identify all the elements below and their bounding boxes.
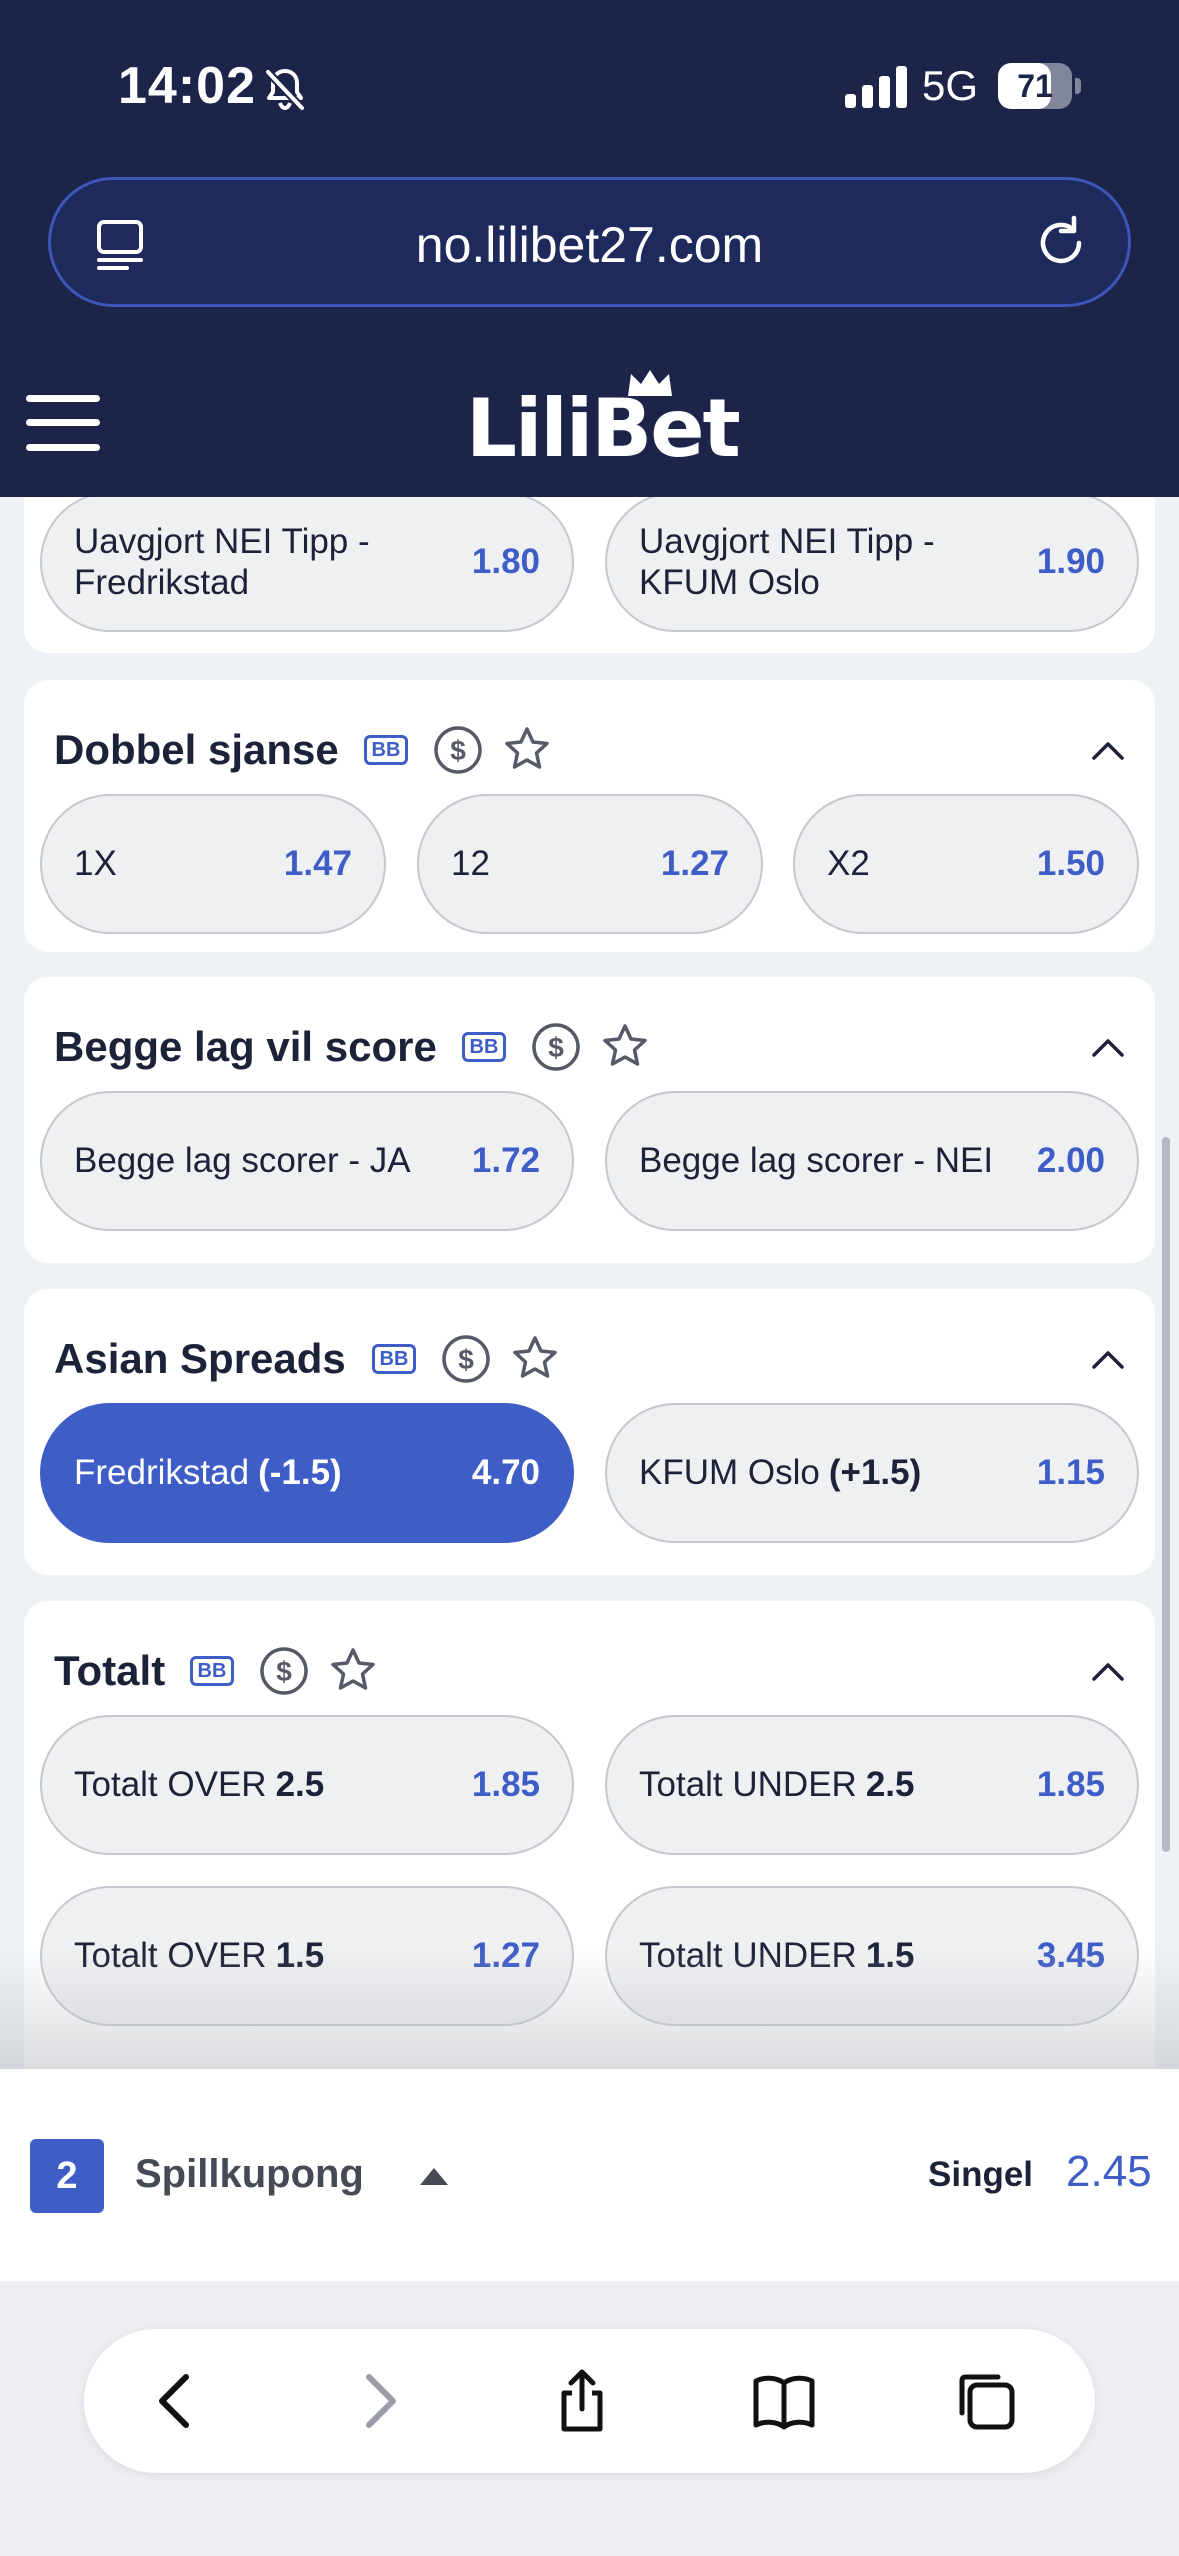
odd-value: 1.50 [1036,844,1105,883]
battery-icon: 71 [998,63,1081,109]
odd-button[interactable]: Begge lag scorer - JA 1.72 [40,1091,574,1231]
odd-button-selected[interactable]: Fredrikstad (-1.5) 4.70 [40,1403,574,1543]
odd-label: Totalt UNDER 1.5 [639,1936,915,1976]
dollar-icon[interactable]: $ [440,1333,492,1385]
bet-builder-badge: BB [364,735,408,765]
battery-level: 71 [1017,68,1053,104]
odd-label: 1X [74,844,117,884]
status-time: 14:02 [118,57,256,115]
odd-label: Uavgjort NEI Tipp - Fredrikstad [74,521,370,602]
odd-label: KFUM Oslo (+1.5) [639,1453,922,1493]
chevron-up-icon[interactable] [1091,739,1125,761]
odd-value: 1.27 [471,1936,540,1975]
bet-builder-badge: BB [190,1656,234,1686]
market-title: Dobbel sjanse [54,726,339,773]
tabs-icon[interactable] [954,2369,1018,2433]
logo-text: LiliBet [466,382,741,475]
odd-label: Totalt OVER 1.5 [74,1936,325,1976]
odd-label: 12 [451,844,490,884]
svg-text:$: $ [276,1656,292,1687]
odd-value: 2.00 [1036,1141,1105,1180]
dollar-icon[interactable]: $ [258,1645,310,1697]
url-text: no.lilibet27.com [415,217,764,273]
dollar-icon[interactable]: $ [432,724,484,776]
odd-value: 1.90 [1036,542,1105,581]
betslip-bar[interactable]: 2 Spillkupong Singel 2.45 [0,2069,1179,2281]
odd-label: Totalt OVER 2.5 [74,1765,325,1805]
market-card-asian-spreads: Asian Spreads BB $ Fredrikstad (-1.5) 4.7… [24,1289,1155,1575]
odd-value: 1.15 [1036,1453,1105,1492]
odd-value: 1.72 [471,1141,540,1180]
odd-button[interactable]: Totalt UNDER 1.5 3.45 [605,1886,1139,2026]
markets-content[interactable]: Uavgjort NEI Tipp - Fredrikstad 1.80 Uav… [0,497,1179,2069]
chevron-up-icon[interactable] [1091,1660,1125,1682]
odd-value: 1.80 [471,542,540,581]
menu-icon[interactable] [26,393,100,453]
browser-toolbar-area [0,2281,1179,2556]
odd-value: 1.85 [1036,1765,1105,1804]
odd-button[interactable]: 1X 1.47 [40,794,386,934]
odd-button[interactable]: Totalt OVER 2.5 1.85 [40,1715,574,1855]
bell-slash-icon [265,69,305,111]
market-card-dobbel-sjanse: Dobbel sjanse BB $ 1X 1.47 12 1.27 X2 1.… [24,680,1155,952]
forward-icon[interactable] [347,2369,411,2433]
odd-value: 4.70 [471,1453,540,1492]
market-card-totalt: Totalt BB $ Totalt OVER 2.5 1.85 Totalt U… [24,1601,1155,2069]
star-icon[interactable] [330,1647,376,1693]
dollar-icon[interactable]: $ [530,1021,582,1073]
signal-icon [845,66,907,108]
betslip-type: Singel [928,2155,1034,2194]
svg-text:$: $ [458,1344,474,1375]
odd-value: 3.45 [1036,1936,1105,1975]
chevron-up-icon[interactable] [1091,1348,1125,1370]
market-card-partial: Uavgjort NEI Tipp - Fredrikstad 1.80 Uav… [24,497,1155,653]
odd-value: 1.27 [660,844,729,883]
betslip-total-odds: 2.45 [1066,2147,1152,2196]
betslip-count-badge: 2 [30,2139,104,2213]
odd-label: Begge lag scorer - JA [74,1141,411,1181]
market-title: Begge lag vil score [54,1023,437,1070]
bet-builder-badge: BB [462,1032,506,1062]
svg-text:$: $ [450,735,466,766]
svg-text:$: $ [548,1032,564,1063]
caret-up-icon[interactable] [418,2166,450,2186]
site-logo[interactable]: LiliBet [466,368,741,475]
star-icon[interactable] [602,1023,648,1069]
odd-label: Fredrikstad (-1.5) [74,1453,342,1493]
odd-button[interactable]: KFUM Oslo (+1.5) 1.15 [605,1403,1139,1543]
browser-toolbar [84,2329,1095,2473]
odd-button[interactable]: Uavgjort NEI Tipp - Fredrikstad 1.80 [40,497,574,632]
odd-label: Totalt UNDER 2.5 [639,1765,915,1805]
market-card-begge-lag: Begge lag vil score BB $ Begge lag score… [24,977,1155,1263]
odd-value: 1.85 [471,1765,540,1804]
odd-button[interactable]: 12 1.27 [417,794,763,934]
odd-button[interactable]: Begge lag scorer - NEI 2.00 [605,1091,1139,1231]
market-title: Asian Spreads [54,1335,346,1382]
top-bar: 14:02 5G 71 no.lilibet27.com LiliBet [0,0,1179,497]
odd-button[interactable]: Totalt OVER 1.5 1.27 [40,1886,574,2026]
odd-label: Begge lag scorer - NEI [639,1141,994,1181]
odd-label: Uavgjort NEI Tipp - KFUM Oslo [639,521,935,602]
network-label: 5G [922,62,979,109]
star-icon[interactable] [512,1335,558,1381]
back-icon[interactable] [144,2369,208,2433]
reload-icon[interactable] [1032,214,1090,272]
market-title: Totalt [54,1647,166,1694]
betslip-label[interactable]: Spillkupong [135,2152,364,2197]
star-icon[interactable] [504,726,550,772]
scrollbar[interactable] [1162,1137,1170,1852]
odd-button[interactable]: Totalt UNDER 2.5 1.85 [605,1715,1139,1855]
bookmarks-icon[interactable] [752,2369,816,2433]
odd-button[interactable]: X2 1.50 [793,794,1139,934]
address-bar[interactable]: no.lilibet27.com [48,177,1131,307]
odd-label: X2 [827,844,870,884]
bet-builder-badge: BB [372,1344,416,1374]
odd-button[interactable]: Uavgjort NEI Tipp - KFUM Oslo 1.90 [605,497,1139,632]
share-icon[interactable] [550,2369,614,2433]
odd-value: 1.47 [283,844,352,883]
chevron-up-icon[interactable] [1091,1036,1125,1058]
